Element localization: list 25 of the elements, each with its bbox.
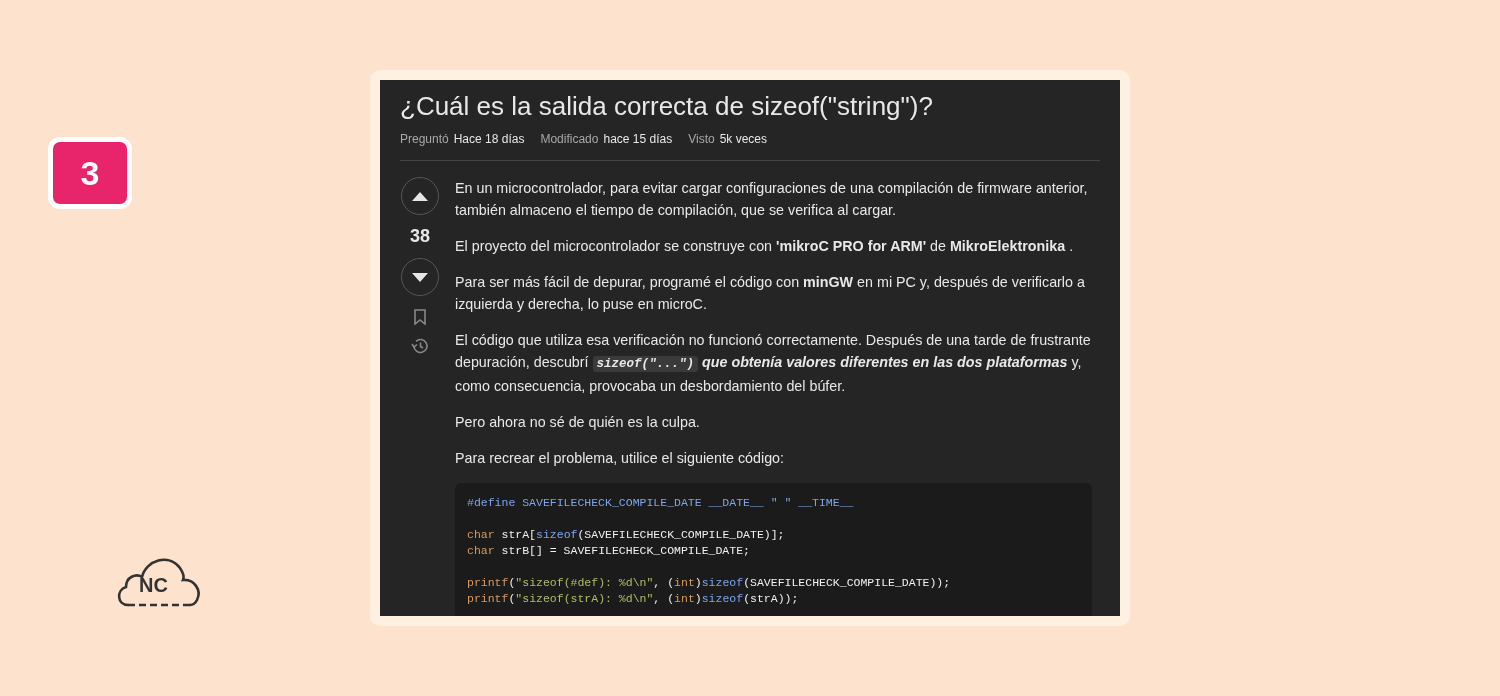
down-arrow-icon [412, 272, 428, 282]
paragraph: En un microcontrolador, para evitar cargar configuraciones de una compilación de firmware anterior, también almaceno el tiempo de compilación, que se verifica al cargar. [455, 179, 1089, 220]
logo-text: NC [139, 575, 168, 595]
meta-label: Modificado [540, 131, 599, 148]
paragraph: Pero ahora no sé de quién es la culpa. [455, 413, 701, 432]
code-line: printf("sizeof(#def): %d\n", (int)sizeof(SAVEFILECHECK_COMPILE_DATE)); [467, 575, 952, 591]
paragraph: El código que utiliza esa verificación no funcionó correctamente. Después de una tarde de frustrante depuración, descubrí sizeof("...") que obtenía valores diferentes en las dos plataformas y, como consecuencia, provocaba un desbordamiento del búfer. [455, 331, 1092, 396]
paragraph: Para recrear el problema, utilice el siguiente código: [455, 449, 785, 468]
meta-value: Hace 18 días [453, 131, 525, 148]
code-line: #define SAVEFILECHECK_COMPILE_DATE __DATE__ " " __TIME__ [467, 495, 855, 511]
vote-count: 38 [410, 225, 430, 248]
meta-value: hace 15 días [603, 131, 673, 148]
meta-value: 5k veces [719, 131, 767, 148]
paragraph: Para ser más fácil de depurar, programé el código con minGW en mi PC y, después de verificarlo a izquierda y derecha, lo puse en microC. [455, 273, 1086, 314]
meta-label: Preguntó [400, 131, 449, 148]
up-arrow-icon [412, 191, 428, 201]
meta-label: Visto [688, 131, 715, 148]
number-badge: 3 [48, 137, 132, 209]
bookmark-icon[interactable] [414, 309, 426, 325]
code-line: printf("sizeof(strA): %d\n", (int)sizeof(strA)); [467, 591, 800, 607]
paragraph: El proyecto del microcontrolador se construye con 'mikroC PRO for ARM' de MikroElektronika . [455, 237, 1075, 256]
code-line: char strA[sizeof(SAVEFILECHECK_COMPILE_DATE)]; [467, 527, 786, 543]
code-line: char strB[] = SAVEFILECHECK_COMPILE_DATE; [467, 543, 751, 559]
history-icon[interactable] [411, 337, 429, 355]
question-title: ¿Cuál es la salida correcta de sizeof("string")? [400, 90, 934, 122]
